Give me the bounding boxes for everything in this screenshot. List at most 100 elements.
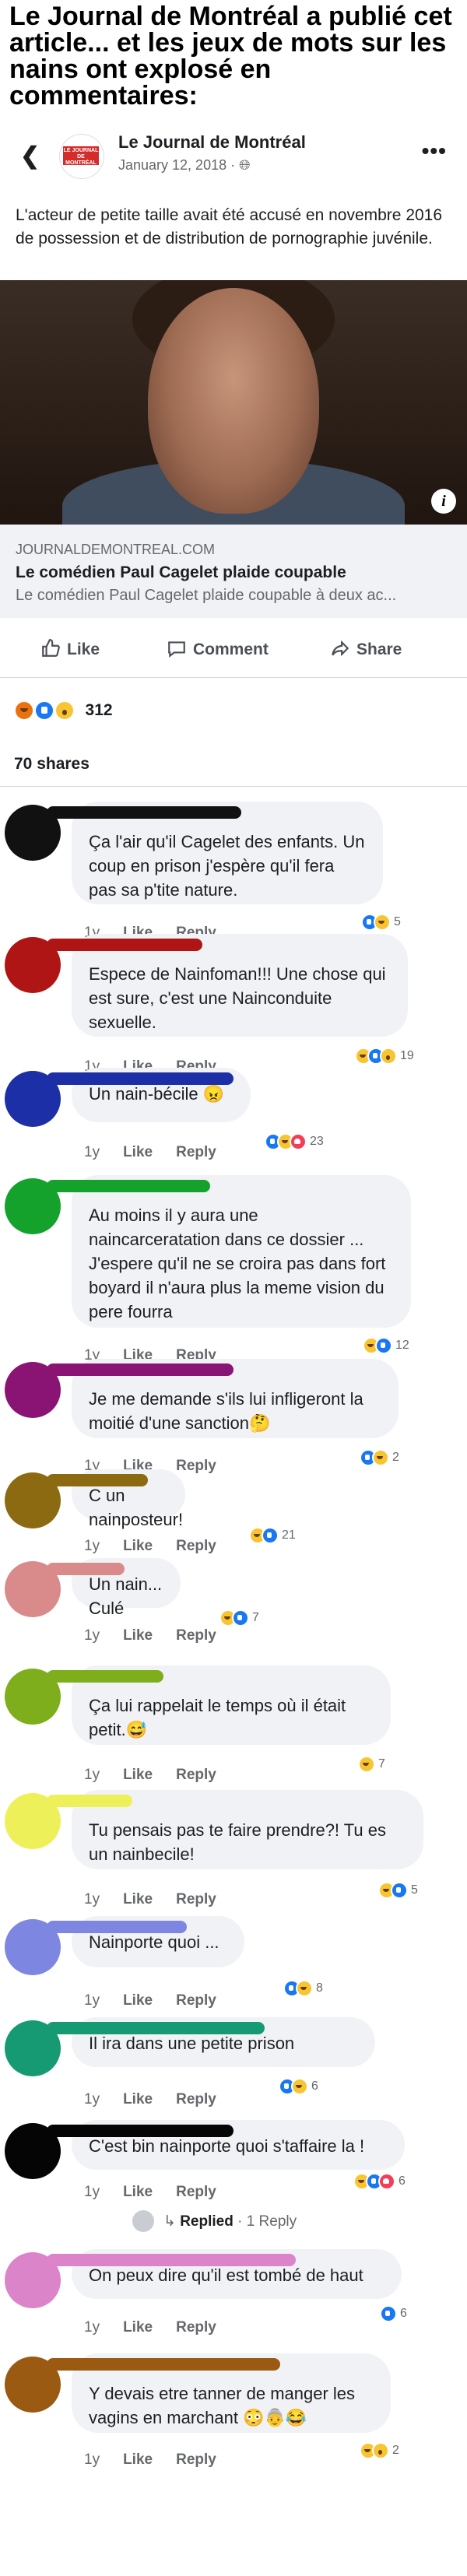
comment-text: Ça l'air qu'il Cagelet des enfants. Un c… — [89, 832, 365, 900]
comment-meta: 1y Like Reply — [84, 2451, 240, 2469]
comment-reactions[interactable]: 6 — [350, 2171, 409, 2192]
comment-age: 1y — [84, 2184, 100, 2200]
back-arrow-icon[interactable]: ❮ — [20, 145, 40, 168]
comment-text: C un nainposteur! — [89, 1486, 184, 1529]
comment-reply-link[interactable]: Reply — [176, 1458, 216, 1474]
redacted-name-scribble — [47, 2254, 296, 2266]
link-domain: journaldemontreal.com — [16, 542, 216, 557]
comment-reactions[interactable]: 23 — [262, 1132, 327, 1152]
comment-bubble[interactable]: Au moins il y aura une naincarceratation… — [72, 1175, 411, 1328]
comment-like-link[interactable]: Like — [123, 2184, 153, 2200]
comment-reactions[interactable]: 2 — [356, 2441, 402, 2461]
link-preview[interactable]: journaldemontreal.com Le comédien Paul C… — [0, 525, 467, 618]
comment-reply-link[interactable]: Reply — [176, 1767, 216, 1783]
comment-reaction-count: 7 — [252, 1611, 259, 1624]
comment-text: Nainporte quoi ... — [89, 1932, 219, 1952]
comment-button[interactable]: Comment — [167, 638, 269, 659]
comment-meta: 1y Like Reply — [84, 1891, 240, 1908]
comment-reaction-count: 5 — [411, 1883, 418, 1897]
like-reaction-icon — [380, 2305, 397, 2322]
page-name[interactable]: Le Journal de Montréal — [118, 132, 306, 153]
comment-reply-link[interactable]: Reply — [176, 1627, 216, 1644]
comment-reply-link[interactable]: Reply — [176, 1144, 216, 1160]
comment-meta: 1y Like Reply — [84, 2091, 240, 2108]
wow-reaction-icon — [372, 2442, 389, 2459]
comment-label: Comment — [193, 640, 269, 658]
comment-like-link[interactable]: Like — [123, 2091, 153, 2107]
haha-reaction-icon — [374, 914, 391, 931]
comment-like-link[interactable]: Like — [123, 1992, 153, 2009]
comment-text: Ça lui rappelait le temps où il était pe… — [89, 1696, 346, 1739]
globe-icon: 🌐︎ — [239, 157, 251, 173]
post-date[interactable]: January 12, 2018 · 🌐︎ — [118, 157, 251, 174]
comment-text: Un nain... Culé — [89, 1574, 163, 1618]
wow-reaction-icon — [380, 1048, 397, 1065]
love-reaction-icon — [378, 2173, 395, 2190]
haha-reaction-icon — [358, 1756, 375, 1773]
reply-arrow-icon: ↳ — [163, 2213, 181, 2230]
comment-reactions[interactable]: 5 — [358, 912, 404, 932]
comment-reply-link[interactable]: Reply — [176, 2319, 216, 2336]
like-reaction-icon — [33, 700, 54, 721]
comment-reactions[interactable]: 12 — [360, 1335, 413, 1356]
more-options-icon[interactable]: ••• — [422, 139, 447, 163]
thumbs-up-icon — [42, 639, 60, 657]
love-reaction-icon — [290, 1133, 307, 1150]
reply-avatar[interactable] — [132, 2210, 154, 2232]
reaction-count: 312 — [85, 701, 113, 719]
redacted-name-scribble — [47, 1072, 234, 1085]
comment-text: Au moins il y aura une naincarceratation… — [89, 1206, 386, 1321]
comment-text: Il ira dans une petite prison — [89, 2034, 295, 2053]
comment-reactions[interactable]: 2 — [356, 1448, 402, 1468]
comment-age: 1y — [84, 1767, 100, 1783]
comment-reply-link[interactable]: Reply — [176, 2184, 216, 2200]
comment-reactions[interactable]: 6 — [276, 2076, 321, 2097]
comment-meta: 1y Like Reply — [84, 1538, 240, 1555]
comment-icon — [168, 641, 185, 658]
redacted-name-scribble — [47, 1795, 132, 1807]
comment-reply-link[interactable]: Reply — [176, 2451, 216, 2468]
comment-reactions[interactable]: 19 — [352, 1046, 417, 1066]
info-icon[interactable]: i — [431, 489, 456, 514]
like-reaction-icon — [375, 1337, 392, 1354]
reaction-summary[interactable]: 312 — [14, 700, 113, 721]
comment-reactions[interactable]: 5 — [375, 1880, 421, 1900]
article-photo[interactable]: i — [0, 280, 467, 525]
redacted-name-scribble — [47, 1363, 234, 1376]
comment-reactions[interactable]: 7 — [216, 1608, 262, 1628]
share-button[interactable]: Share — [330, 638, 402, 659]
comment-reply-link[interactable]: Reply — [176, 2091, 216, 2107]
redacted-name-scribble — [47, 939, 202, 951]
comment-like-link[interactable]: Like — [123, 1767, 153, 1783]
comment-reactions[interactable]: 21 — [246, 1525, 299, 1546]
page-logo[interactable]: LE JOURNAL DE MONTRÉAL — [59, 134, 104, 179]
comment-text: Un nain-bécile 😠 — [89, 1084, 225, 1104]
logo-text: LE JOURNAL DE MONTRÉAL — [63, 146, 99, 166]
post-actions: Like Comment Share — [0, 623, 467, 677]
comment-like-link[interactable]: Like — [123, 1538, 153, 1554]
redacted-name-scribble — [47, 1180, 210, 1192]
angry-reaction-icon — [14, 700, 34, 721]
comment-age: 1y — [84, 1538, 100, 1554]
comment-reactions[interactable]: 8 — [280, 1978, 326, 1999]
comment-text: Y devais etre tanner de manger les vagin… — [89, 2384, 356, 2427]
comment-reactions[interactable]: 7 — [355, 1754, 388, 1774]
redacted-name-scribble — [47, 1921, 187, 1933]
share-icon — [332, 640, 349, 657]
comment-reply-link[interactable]: Reply — [176, 1992, 216, 2009]
comment-age: 1y — [84, 2319, 100, 2336]
like-button[interactable]: Like — [40, 638, 100, 659]
comment-reply-link[interactable]: Reply — [176, 1891, 216, 1907]
comment-like-link[interactable]: Like — [123, 1144, 153, 1160]
comment-like-link[interactable]: Like — [123, 1627, 153, 1644]
divider — [0, 786, 467, 787]
replies-link[interactable]: ↳ Replied · 1 Reply — [163, 2213, 297, 2230]
comment-like-link[interactable]: Like — [123, 2319, 153, 2336]
comment-reactions[interactable]: 6 — [377, 2304, 410, 2324]
shares-count[interactable]: 70 shares — [14, 755, 90, 774]
comment-reply-link[interactable]: Reply — [176, 1538, 216, 1554]
comment-like-link[interactable]: Like — [123, 2451, 153, 2468]
comment-meta: 1y Like Reply — [84, 1627, 240, 1644]
comment-reaction-count: 12 — [395, 1339, 409, 1352]
comment-like-link[interactable]: Like — [123, 1891, 153, 1907]
